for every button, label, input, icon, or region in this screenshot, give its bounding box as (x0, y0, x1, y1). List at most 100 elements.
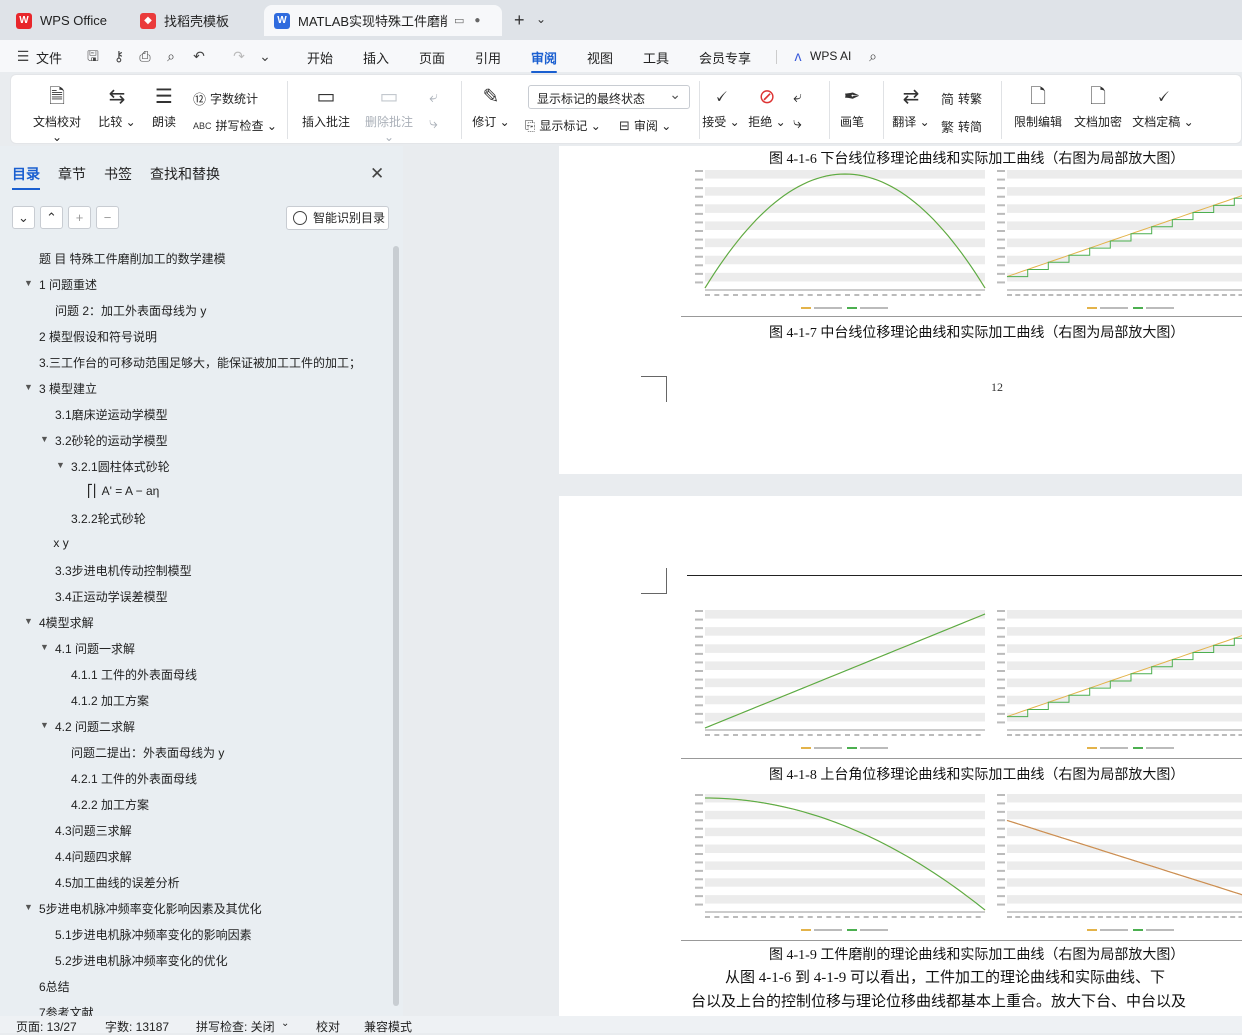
chevron-down-icon[interactable]: ▼ (24, 382, 33, 392)
menu-member[interactable]: 会员专享 (699, 48, 751, 67)
status-word-count[interactable]: 字数: 13187 (105, 1018, 169, 1035)
pen-button[interactable]: ✒ 画笔 (837, 85, 867, 130)
tab-list-chevron-icon[interactable]: ⌄ (536, 12, 546, 26)
menu-reference[interactable]: 引用 (475, 48, 501, 67)
status-proof[interactable]: 校对 (316, 1018, 340, 1035)
toc-item[interactable]: 3 模型建立 (39, 380, 97, 397)
spell-check-button[interactable]: ABC 拼写检查 ⌄ (193, 117, 277, 134)
menu-insert[interactable]: 插入 (363, 48, 389, 67)
accept-button[interactable]: 🗸 接受 ⌄ (701, 85, 741, 130)
prev-change-icon[interactable]: ⤶ (793, 89, 802, 107)
status-page[interactable]: 页面: 13/27 (16, 1018, 77, 1035)
toc-item[interactable]: 4.1 问题一求解 (55, 640, 135, 657)
menu-start[interactable]: 开始 (307, 48, 333, 67)
finalize-button[interactable]: 🗸 文档定稿 ⌄ (1131, 85, 1195, 130)
translate-button[interactable]: ⇄ 翻译 ⌄ (891, 85, 931, 130)
smart-toc-button[interactable]: 智能识别目录 (286, 206, 389, 230)
tab-docer[interactable]: ◆ 找稻壳模板 (130, 5, 260, 36)
next-change-icon[interactable]: ⤷ (793, 115, 802, 133)
toc-item[interactable]: 3.4正运动学误差模型 (55, 588, 168, 605)
hamburger-menu-icon[interactable]: ☰ (14, 47, 32, 65)
undo-icon[interactable]: ↶ (190, 47, 208, 65)
sidebar-tab-chapter[interactable]: 章节 (58, 164, 86, 184)
sidebar-scrollbar[interactable] (393, 246, 399, 1006)
toc-item[interactable]: 4模型求解 (39, 614, 94, 631)
menu-page[interactable]: 页面 (419, 48, 445, 67)
chevron-down-icon[interactable]: ⌄ (281, 1018, 289, 1029)
toc-item[interactable]: ⎡⎢ A' = A − aη (87, 484, 159, 498)
toc-item[interactable]: 4.2.2 加工方案 (71, 796, 149, 813)
chevron-down-icon[interactable]: ▼ (24, 278, 33, 288)
review-pane-button[interactable]: ⊟ 审阅 ⌄ (619, 117, 671, 134)
sidebar-tab-find-replace[interactable]: 查找和替换 (150, 164, 220, 184)
menu-wps-ai[interactable]: WPS AI (810, 49, 851, 63)
menu-file[interactable]: 文件 (36, 48, 62, 67)
markup-state-select[interactable]: 显示标记的最终状态 (528, 85, 690, 109)
chevron-down-icon[interactable]: ▼ (40, 434, 49, 444)
chevron-down-icon[interactable]: ▼ (40, 720, 49, 730)
read-aloud-button[interactable]: ☰ 朗读 (147, 85, 181, 130)
more-chevron-icon[interactable]: ⌄ (256, 47, 274, 65)
show-markup-button[interactable]: ⎘ 显示标记 ⌄ (525, 117, 601, 134)
search-icon[interactable]: ⌕ (864, 47, 882, 65)
toc-item[interactable]: 3.2.2轮式砂轮 (71, 510, 146, 527)
print-icon[interactable]: ⎙ (136, 47, 154, 65)
toc-item[interactable]: 3.三工作台的可移动范围足够大，能保证被加工工件的加工； (39, 354, 361, 371)
toc-item[interactable]: 4.2.1 工件的外表面母线 (71, 770, 197, 787)
toc-item[interactable]: 问题二提出：外表面母线为 y (71, 744, 224, 761)
insert-comment-button[interactable]: ▭ 插入批注 (299, 85, 353, 130)
next-comment-icon[interactable]: ⤷ (429, 115, 438, 133)
toc-item[interactable]: 4.1.1 工件的外表面母线 (71, 666, 197, 683)
key-icon[interactable]: ⚷ (110, 47, 128, 65)
toc-item[interactable]: 4.4问题四求解 (55, 848, 132, 865)
redo-icon[interactable]: ↷ (230, 47, 248, 65)
toc-item[interactable]: 5.1步进电机脉冲频率变化的影响因素 (55, 926, 252, 943)
toc-item[interactable]: 2 模型假设和符号说明 (39, 328, 157, 345)
encrypt-button[interactable]: 🗋 文档加密 (1071, 85, 1125, 130)
toc-item[interactable]: 1 问题重述 (39, 276, 97, 293)
new-tab-plus-icon[interactable]: + (514, 10, 525, 31)
restrict-edit-button[interactable]: 🗋 限制编辑 (1011, 85, 1065, 130)
sidebar-tab-bookmark[interactable]: 书签 (104, 164, 132, 184)
toc-item[interactable]: 4.2 问题二求解 (55, 718, 135, 735)
menu-review[interactable]: 审阅 (531, 48, 558, 73)
toc-item[interactable]: 4.1.2 加工方案 (71, 692, 149, 709)
print-preview-icon[interactable]: ⌕ (162, 47, 180, 65)
expand-down-button[interactable]: ⌄ (12, 206, 35, 229)
revise-button[interactable]: ✎ 修订 ⌄ (471, 85, 511, 130)
status-spell-check[interactable]: 拼写检查: 关闭 (196, 1018, 275, 1035)
proofread-button[interactable]: 🗎 文档校对 ⌄ (27, 85, 87, 144)
toc-item[interactable]: 5.2步进电机脉冲频率变化的优化 (55, 952, 228, 969)
add-heading-button[interactable]: + (68, 206, 91, 229)
toc-item[interactable]: 问题 2：加工外表面母线为 y (55, 302, 206, 319)
toc-item[interactable]: x y (53, 536, 68, 550)
toc-item[interactable]: 3.1磨床逆运动学模型 (55, 406, 168, 423)
save-icon[interactable]: 🖫 (84, 47, 102, 65)
toc-item[interactable]: 5步进电机脉冲频率变化影响因素及其优化 (39, 900, 262, 917)
prev-comment-icon[interactable]: ⤶ (429, 89, 438, 107)
toc-item[interactable]: 3.3步进电机传动控制模型 (55, 562, 192, 579)
toc-item[interactable]: 3.2.1圆柱体式砂轮 (71, 458, 170, 475)
menu-view[interactable]: 视图 (587, 48, 613, 67)
toc-item[interactable]: 4.5加工曲线的误差分析 (55, 874, 180, 891)
toc-item[interactable]: 3.2砂轮的运动学模型 (55, 432, 168, 449)
word-count-button[interactable]: ⑫ 字数统计 (193, 89, 258, 108)
monitor-icon[interactable]: ▭ (454, 14, 464, 27)
to-traditional-button[interactable]: 简转繁 (941, 89, 982, 108)
tab-wps-office[interactable]: W WPS Office (6, 5, 124, 36)
toc-item[interactable]: 4.3问题三求解 (55, 822, 132, 839)
toc-item[interactable]: 题 目 特殊工件磨削加工的数学建模 (39, 250, 226, 267)
close-icon[interactable]: ✕ (370, 164, 384, 184)
chevron-down-icon[interactable]: ▼ (40, 642, 49, 652)
collapse-up-button[interactable]: ⌃ (40, 206, 63, 229)
chevron-down-icon[interactable]: ▼ (56, 460, 65, 470)
unsaved-dot-icon[interactable]: ● (474, 15, 480, 26)
chevron-down-icon[interactable]: ▼ (24, 902, 33, 912)
toc-item[interactable]: 6总结 (39, 978, 70, 995)
reject-button[interactable]: ⊘ 拒绝 ⌄ (747, 85, 787, 130)
chevron-down-icon[interactable]: ▼ (24, 616, 33, 626)
to-simplified-button[interactable]: 繁转简 (941, 117, 982, 136)
sidebar-tab-toc[interactable]: 目录 (12, 164, 40, 190)
delete-comment-button[interactable]: ▭ 删除批注 ⌄ (359, 85, 419, 144)
remove-heading-button[interactable]: − (96, 206, 119, 229)
